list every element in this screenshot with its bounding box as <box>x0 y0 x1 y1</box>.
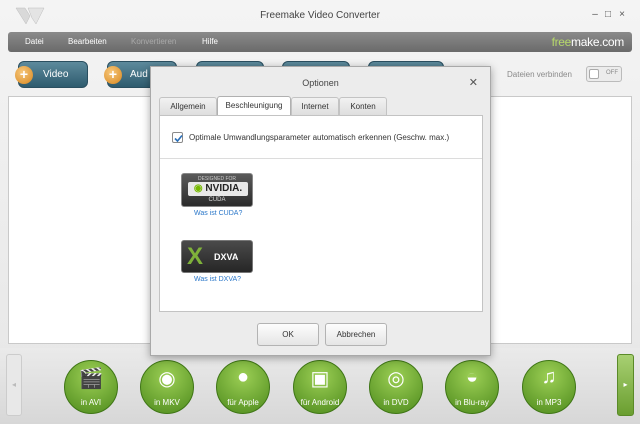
menu-bearbeiten[interactable]: Bearbeiten <box>68 37 107 46</box>
auto-detect-checkbox[interactable] <box>172 132 183 143</box>
plus-icon: + <box>104 66 122 84</box>
dxva-x-mark: X <box>187 243 204 270</box>
maximize-button[interactable]: □ <box>602 9 614 20</box>
dxva-badge-text: DXVA <box>214 252 239 262</box>
join-files-toggle[interactable]: OFF <box>586 66 622 82</box>
toggle-knob <box>589 69 599 79</box>
checkmark-icon <box>174 134 183 143</box>
menu-hilfe[interactable]: Hilfe <box>202 37 218 46</box>
nvidia-wordmark: ◉ NVIDIA. <box>188 182 248 196</box>
format-label: in MP3 <box>536 398 562 407</box>
brand-prefix: free <box>551 35 572 49</box>
title-bar: Freemake Video Converter – □ × <box>0 0 640 30</box>
auto-detect-label: Optimale Umwandlungsparameter automatisc… <box>189 133 450 142</box>
nvidia-brand: NVIDIA. <box>205 183 243 194</box>
format-android-button[interactable]: ▣ für Android <box>293 360 347 414</box>
dvd-icon: ◎ <box>387 368 405 390</box>
tab-konten[interactable]: Konten <box>339 97 387 115</box>
apple-icon: ● <box>236 366 250 388</box>
add-video-label: Video <box>43 69 69 80</box>
headphones-icon: ♫ <box>541 366 557 388</box>
close-window-button[interactable]: × <box>616 9 628 20</box>
ok-button[interactable]: OK <box>257 323 319 346</box>
close-icon[interactable]: ✕ <box>469 76 478 89</box>
plus-icon: + <box>15 66 33 84</box>
what-is-dxva-link[interactable]: Was ist DXVA? <box>194 276 241 283</box>
scroll-left-button[interactable]: ◂ <box>6 354 22 416</box>
format-mp3-button[interactable]: ♫ in MP3 <box>522 360 576 414</box>
what-is-cuda-link[interactable]: Was ist CUDA? <box>194 210 242 217</box>
matryoshka-icon: ◉ <box>158 368 176 390</box>
divider <box>160 158 482 159</box>
format-dvd-button[interactable]: ◎ in DVD <box>369 360 423 414</box>
menu-konvertieren: Konvertieren <box>131 37 177 46</box>
android-icon: ▣ <box>310 368 330 390</box>
format-label: in DVD <box>383 398 409 407</box>
window-title: Freemake Video Converter <box>260 10 380 21</box>
tab-beschleunigung[interactable]: Beschleunigung <box>217 96 291 116</box>
tab-allgemein[interactable]: Allgemein <box>159 97 217 115</box>
format-apple-button[interactable]: ● für Apple <box>216 360 270 414</box>
brand-logo[interactable]: freemake.com <box>551 35 625 49</box>
format-label: für Apple <box>227 398 259 407</box>
format-avi-button[interactable]: 🎬 in AVI <box>64 360 118 414</box>
menu-datei[interactable]: Datei <box>25 37 44 46</box>
clapperboard-icon: 🎬 <box>78 368 104 390</box>
dxva-logo: X DXVA <box>181 240 253 273</box>
format-label: in AVI <box>80 398 102 407</box>
format-mkv-button[interactable]: ◉ in MKV <box>140 360 194 414</box>
join-files-label: Dateien verbinden <box>507 70 572 79</box>
acceleration-panel: Optimale Umwandlungsparameter automatisc… <box>159 115 483 312</box>
scroll-right-button[interactable]: ▸ <box>617 354 634 416</box>
menu-bar: Datei Bearbeiten Konvertieren Hilfe free… <box>8 32 632 52</box>
nvidia-cuda-logo: DESIGNED FOR ◉ NVIDIA. CUDA <box>181 173 253 207</box>
tab-internet[interactable]: Internet <box>291 97 339 115</box>
nvidia-eye-icon: ◉ <box>193 183 203 194</box>
format-label: in MKV <box>154 398 180 407</box>
format-bluray-button[interactable]: ◒ in Blu-ray <box>445 360 499 414</box>
add-video-button[interactable]: + Video <box>15 61 88 88</box>
format-label: in Blu-ray <box>455 398 489 407</box>
blu-ray-icon: ◒ <box>465 366 479 388</box>
format-bar: ◂ 🎬 in AVI ◉ in MKV ● für Apple ▣ für An… <box>0 348 640 424</box>
dialog-title: Optionen <box>302 78 339 88</box>
brand-suffix: make.com <box>571 35 624 49</box>
toggle-state-label: OFF <box>606 70 618 76</box>
format-label: für Android <box>300 398 340 407</box>
options-dialog: Optionen ✕ Allgemein Beschleunigung Inte… <box>150 66 491 356</box>
minimize-button[interactable]: – <box>589 9 601 20</box>
cancel-button[interactable]: Abbrechen <box>325 323 387 346</box>
add-audio-label: Aud <box>130 69 148 80</box>
cuda-label: CUDA <box>208 197 226 203</box>
